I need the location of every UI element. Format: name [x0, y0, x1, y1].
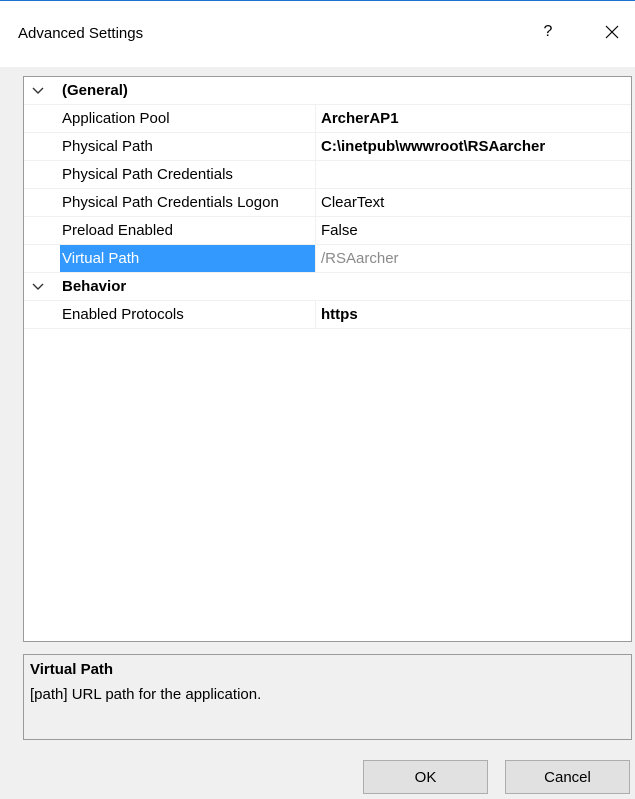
property-name: Preload Enabled: [60, 217, 316, 244]
chevron-down-icon[interactable]: [32, 86, 44, 96]
dialog-title: Advanced Settings: [18, 25, 144, 42]
ok-button[interactable]: OK: [363, 760, 488, 794]
property-row-virtual-path[interactable]: Virtual Path /RSAarcher: [24, 245, 631, 273]
close-icon: [605, 25, 619, 39]
property-row-preload-enabled[interactable]: Preload Enabled False: [24, 217, 631, 245]
advanced-settings-dialog: Advanced Settings ? (General) Applicatio…: [0, 0, 635, 799]
property-name: Physical Path Credentials: [60, 161, 316, 188]
description-text: [path] URL path for the application.: [30, 686, 262, 703]
category-behavior[interactable]: Behavior: [24, 273, 631, 301]
property-value[interactable]: C:\inetpub\wwwroot\RSAarcher: [317, 133, 631, 160]
help-button[interactable]: ?: [528, 11, 568, 53]
property-grid[interactable]: (General) Application Pool ArcherAP1 Phy…: [23, 76, 632, 642]
property-value[interactable]: ArcherAP1: [317, 105, 631, 132]
description-panel: Virtual Path [path] URL path for the app…: [23, 654, 632, 740]
description-title: Virtual Path: [30, 661, 114, 678]
property-value[interactable]: ClearText: [317, 189, 631, 216]
chevron-down-icon[interactable]: [32, 282, 44, 292]
category-label: Behavior: [62, 278, 127, 295]
help-icon: ?: [543, 23, 553, 40]
property-name: Physical Path Credentials Logon: [60, 189, 316, 216]
property-row-enabled-protocols[interactable]: Enabled Protocols https: [24, 301, 631, 329]
property-row-physical-path-credentials-logon[interactable]: Physical Path Credentials Logon ClearTex…: [24, 189, 631, 217]
property-name: Physical Path: [60, 133, 316, 160]
property-value[interactable]: [317, 161, 631, 188]
property-value[interactable]: False: [317, 217, 631, 244]
property-row-physical-path-credentials[interactable]: Physical Path Credentials: [24, 161, 631, 189]
property-row-physical-path[interactable]: Physical Path C:\inetpub\wwwroot\RSAarch…: [24, 133, 631, 161]
property-row-application-pool[interactable]: Application Pool ArcherAP1: [24, 105, 631, 133]
property-name: Virtual Path: [60, 245, 316, 272]
close-button[interactable]: [590, 11, 634, 53]
cancel-button[interactable]: Cancel: [505, 760, 630, 794]
property-name: Enabled Protocols: [60, 301, 316, 328]
title-bar: Advanced Settings ?: [0, 1, 635, 67]
property-name: Application Pool: [60, 105, 316, 132]
property-value[interactable]: https: [317, 301, 631, 328]
category-label: (General): [62, 82, 128, 99]
category-general[interactable]: (General): [24, 77, 631, 105]
property-value: /RSAarcher: [321, 250, 399, 267]
